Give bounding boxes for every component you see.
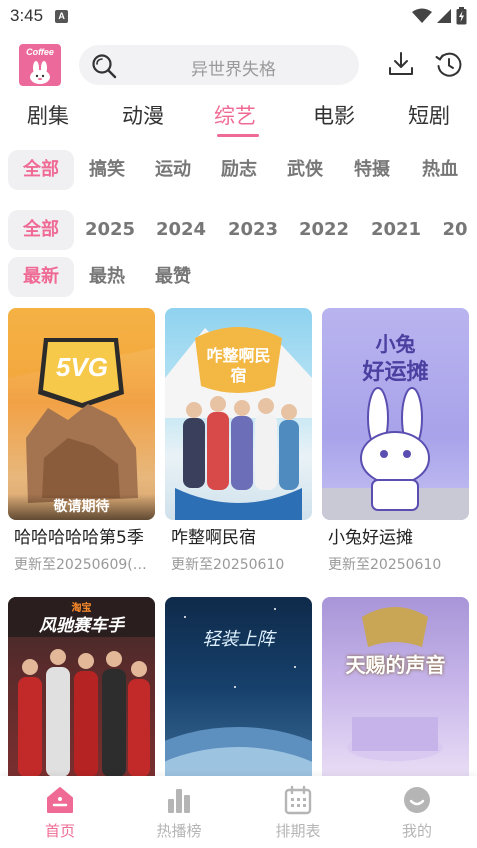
show-poster[interactable]: 小兔 好运摊 (322, 308, 469, 520)
show-poster[interactable]: 轻装上阵 (165, 597, 312, 777)
search-input[interactable]: 异世界失格 (79, 45, 359, 85)
sort-chip-top-rated[interactable]: 最赞 (148, 257, 198, 297)
profile-icon (404, 787, 430, 813)
history-icon[interactable] (435, 51, 463, 79)
chart-icon (168, 789, 190, 813)
show-title: 咋整啊民宿 (171, 528, 256, 548)
tab-variety[interactable]: 综艺 (214, 100, 256, 130)
poster-artwork (165, 608, 312, 777)
show-poster[interactable]: 咋整啊民宿 (165, 308, 312, 520)
bunny-mascot-icon (30, 61, 50, 84)
year-chip-2021[interactable]: 2021 (370, 210, 422, 250)
poster-artwork (347, 607, 443, 761)
show-poster[interactable]: 天赐的声音 (322, 597, 469, 777)
show-update-status: 更新至20250610 (171, 557, 285, 573)
show-card[interactable]: 天赐的声音 (322, 597, 469, 777)
year-chip-truncated[interactable]: 20 (440, 210, 470, 250)
nav-schedule[interactable]: 排期表 (253, 776, 343, 848)
genre-chip-hotblooded[interactable]: 热血 (414, 150, 466, 190)
nav-hot-ranking[interactable]: 热播榜 (134, 776, 224, 848)
poster-logo-text: 咋整啊民宿 (206, 346, 271, 385)
download-icon[interactable] (388, 51, 414, 77)
show-card[interactable]: 小兔 好运摊 小兔好运摊 更新至20250610 (322, 308, 469, 578)
sort-chip-latest[interactable]: 最新 (8, 257, 74, 297)
show-title: 小兔好运摊 (328, 528, 413, 548)
show-update-status: 更新至20250610 (328, 557, 442, 573)
nav-label: 我的 (401, 822, 432, 840)
poster-logo-text: 天赐的声音 (345, 653, 446, 677)
show-poster[interactable]: 淘宝 风驰赛车手 (8, 597, 155, 777)
notification-icon: A (55, 9, 69, 23)
show-card[interactable]: 轻装上阵 (165, 597, 312, 777)
genre-filter-row: 全部 搞笑 运动 励志 武侠 特摄 热血 (0, 150, 477, 190)
bottom-nav: 首页 热播榜 排期表 我的 (0, 776, 477, 848)
nav-label: 首页 (44, 822, 75, 840)
genre-chip-martial-arts[interactable]: 武侠 (280, 150, 330, 190)
tab-anime[interactable]: 动漫 (122, 100, 164, 130)
poster-logo-text: 小兔 (375, 332, 416, 356)
calendar-icon (284, 785, 312, 815)
show-card[interactable]: 淘宝 风驰赛车手 (8, 597, 155, 777)
poster-artwork (165, 327, 312, 520)
poster-artwork (8, 308, 155, 503)
year-chip-2022[interactable]: 2022 (298, 210, 350, 250)
genre-chip-tokusatsu[interactable]: 特摄 (346, 150, 398, 190)
genre-chip-sports[interactable]: 运动 (148, 150, 198, 190)
genre-chip-comedy[interactable]: 搞笑 (82, 150, 132, 190)
show-update-status: 更新至20250609(… (14, 557, 147, 573)
status-bar: 3:45 A (0, 0, 477, 32)
poster-logo-text: 风驰赛车手 (39, 616, 124, 636)
genre-chip-inspirational[interactable]: 励志 (214, 150, 264, 190)
signal-icon (437, 9, 451, 23)
search-icon (92, 54, 117, 79)
year-chip-2023[interactable]: 2023 (227, 210, 279, 250)
app-logo[interactable]: Coffee (19, 44, 61, 86)
status-time: 3:45 (10, 6, 44, 25)
sort-chip-hottest[interactable]: 最热 (82, 257, 132, 297)
wifi-icon (412, 8, 432, 23)
year-filter-row: 全部 2025 2024 2023 2022 2021 20 (0, 210, 477, 250)
poster-logo-text: 好运摊 (362, 360, 429, 385)
coming-soon-badge: 敬请期待 (8, 494, 155, 520)
battery-icon (456, 7, 467, 25)
show-title: 哈哈哈哈哈第5季 (14, 528, 144, 548)
show-poster[interactable]: 5VG 敬请期待 (8, 308, 155, 520)
show-card[interactable]: 咋整啊民宿 咋整啊民宿 更新至20250610 (165, 308, 312, 578)
nav-home[interactable]: 首页 (15, 776, 105, 848)
tab-movie[interactable]: 电影 (313, 100, 355, 130)
year-chip-2025[interactable]: 2025 (84, 210, 136, 250)
category-tabs: 剧集 动漫 综艺 电影 短剧 (0, 100, 477, 138)
nav-label: 排期表 (275, 822, 321, 840)
search-placeholder: 异世界失格 (191, 60, 276, 80)
nav-label: 热播榜 (156, 822, 202, 840)
sort-filter-row: 最新 最热 最赞 (0, 257, 477, 297)
year-chip-2024[interactable]: 2024 (155, 210, 207, 250)
year-chip-all[interactable]: 全部 (8, 210, 74, 250)
tab-short-drama[interactable]: 短剧 (408, 100, 450, 130)
genre-chip-all[interactable]: 全部 (8, 150, 74, 190)
nav-profile[interactable]: 我的 (372, 776, 462, 848)
app-header: Coffee 异世界失格 (0, 40, 477, 90)
home-icon (47, 787, 73, 813)
show-card[interactable]: 5VG 敬请期待 哈哈哈哈哈第5季 更新至20250609(… (8, 308, 155, 578)
active-tab-indicator (217, 134, 259, 137)
status-indicators (412, 7, 467, 25)
poster-logo-text: 5VG (55, 352, 109, 382)
poster-logo-text: 轻装上阵 (202, 629, 275, 650)
tab-series[interactable]: 剧集 (27, 100, 69, 130)
